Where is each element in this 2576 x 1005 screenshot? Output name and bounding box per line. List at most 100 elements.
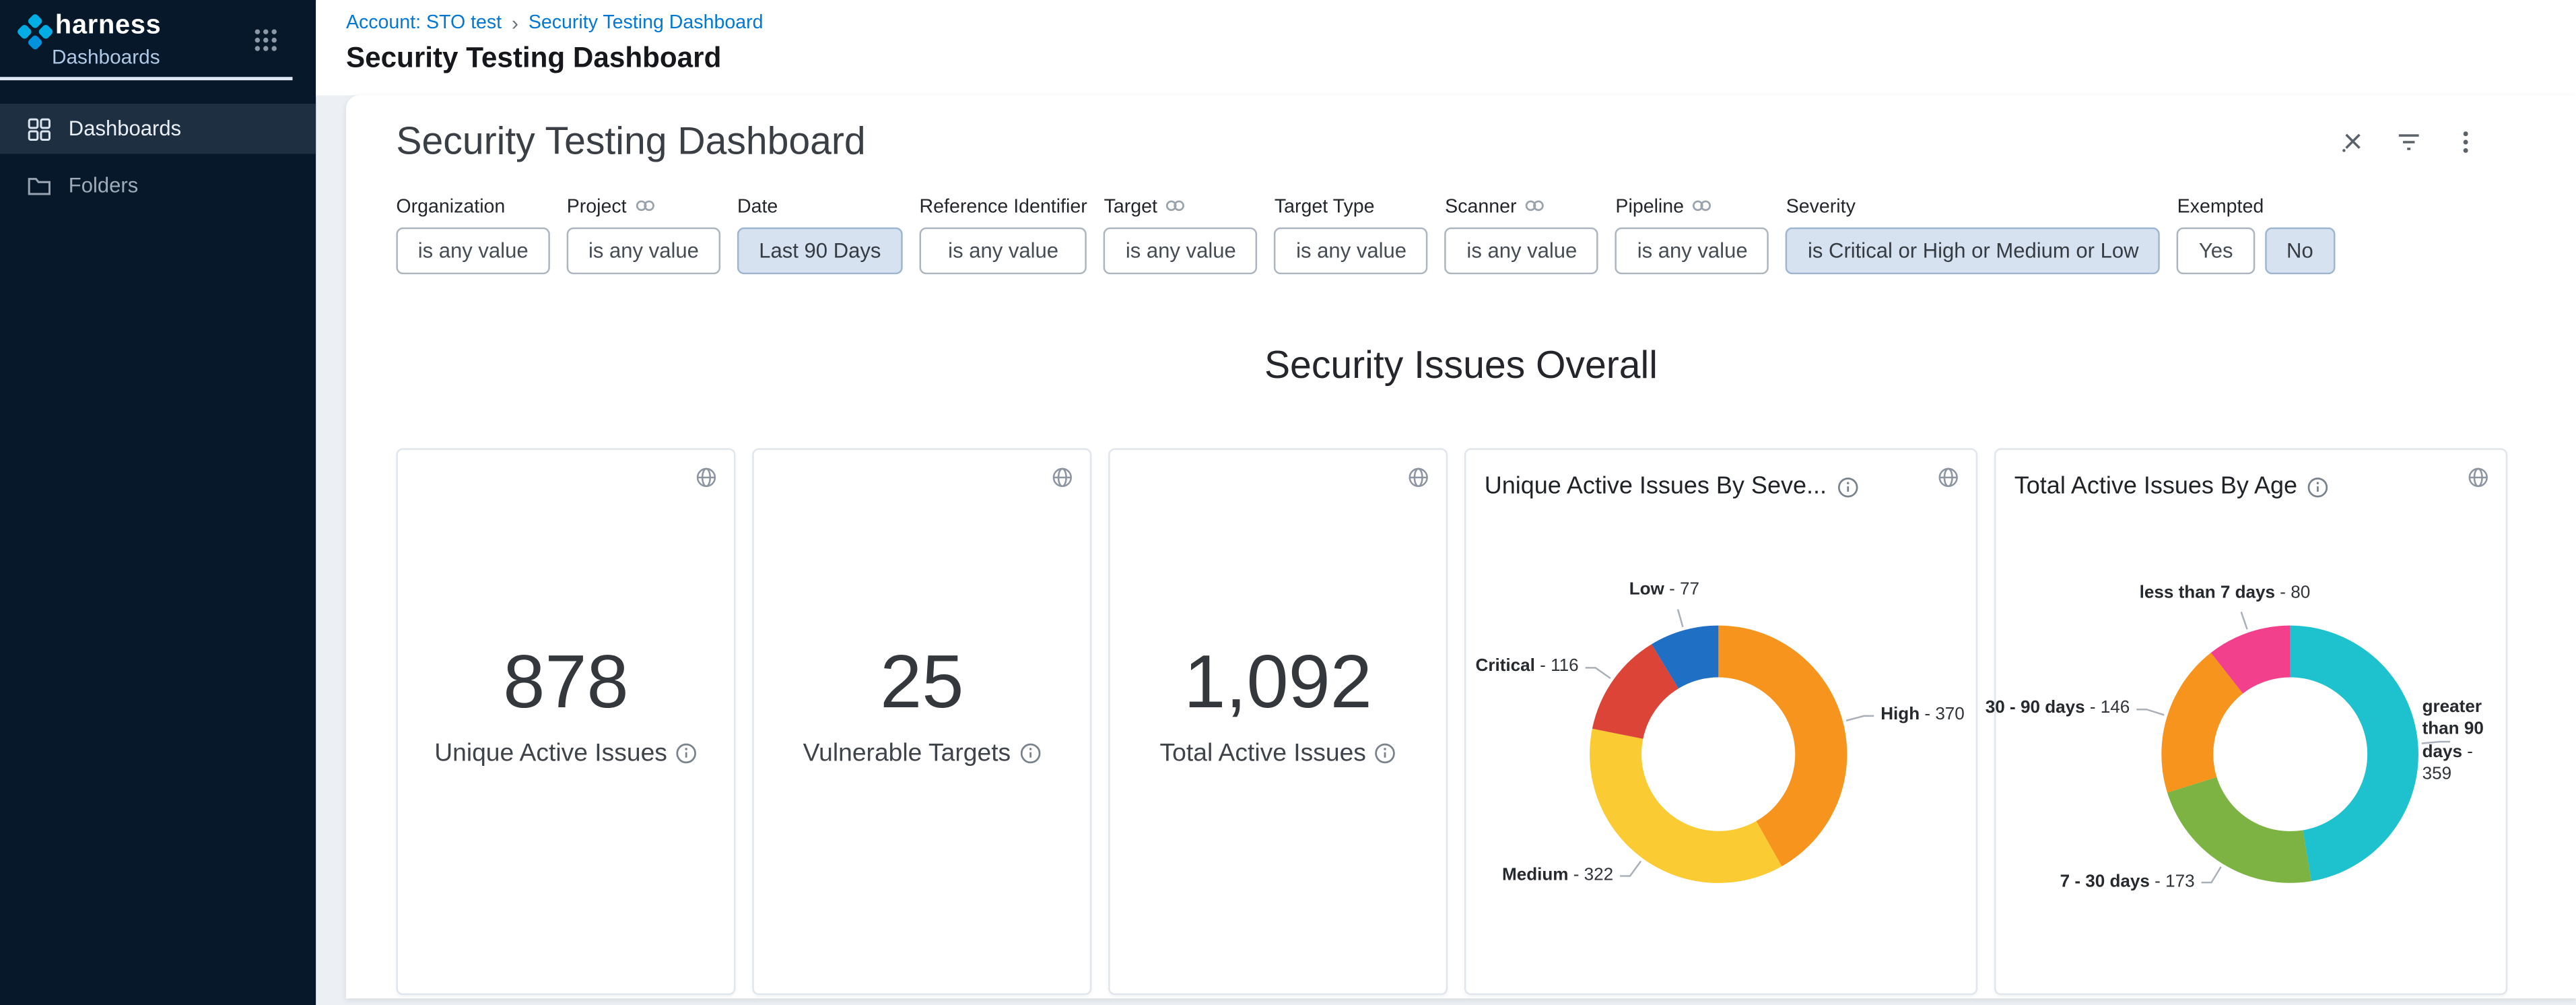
filter-label: Target <box>1104 197 1157 217</box>
leader-line <box>1620 861 1641 876</box>
breadcrumb-page-link[interactable]: Security Testing Dashboard <box>529 13 764 34</box>
filter-value-organization[interactable]: is any value <box>396 228 549 275</box>
link-icon <box>1692 197 1712 217</box>
slice-label: Low - 77 <box>1629 580 1699 603</box>
filter-value-reference-identifier[interactable]: is any value <box>920 228 1087 275</box>
explore-globe-icon[interactable] <box>696 467 717 488</box>
filter-label: Severity <box>1786 197 1856 217</box>
chart-title: Unique Active Issues By Seve... <box>1485 474 1827 500</box>
filter-target-type: Target Type is any value <box>1275 195 1428 274</box>
info-icon[interactable] <box>1374 742 1396 763</box>
slice-label: Critical - 116 <box>1475 656 1578 679</box>
sidebar: harness Dashboards Dashboards <box>0 0 316 1005</box>
filter-bar: Organization is any value Project is any… <box>396 195 2335 274</box>
filter-icon[interactable] <box>2396 129 2422 156</box>
explore-globe-icon[interactable] <box>1052 467 1073 488</box>
leader-line <box>2202 867 2221 882</box>
filter-value-target[interactable]: is any value <box>1104 228 1258 275</box>
slice-label: Medium - 322 <box>1502 865 1613 888</box>
donut-chart-severity: High - 370 Medium - 322 Critical - 116 Low … <box>1466 544 1975 970</box>
tiles-row: 878 Unique Active Issues 25 Vulnerable T… <box>396 448 2507 995</box>
stat-label: Total Active Issues <box>1160 738 1366 767</box>
slice-label: 7 - 30 days - 173 <box>2060 871 2195 894</box>
stat-value: 25 <box>880 643 963 719</box>
leader-line <box>2136 709 2164 715</box>
filter-scanner: Scanner is any value <box>1445 195 1598 274</box>
dashboard-title: Security Testing Dashboard <box>396 119 865 164</box>
filter-pipeline: Pipeline is any value <box>1615 195 1769 274</box>
apps-grid-icon[interactable] <box>252 27 279 54</box>
breadcrumb-account-link[interactable]: Account: STO test <box>346 13 502 34</box>
filter-value-date[interactable]: Last 90 Days <box>737 228 903 275</box>
main-area: Security Testing Dashboard <box>316 96 2576 1005</box>
dashboards-icon <box>27 117 52 141</box>
dashboard-actions <box>2338 129 2479 156</box>
slice-label: less than 7 days - 80 <box>2140 583 2311 606</box>
tile-total-active-issues-by-age: Total Active Issues By Age greater than … <box>1994 448 2507 995</box>
filter-project: Project is any value <box>567 195 720 274</box>
leader-line <box>1678 609 1683 626</box>
filter-label: Scanner <box>1445 197 1516 217</box>
filter-label: Date <box>737 197 778 217</box>
brand-name: harness <box>55 11 162 42</box>
filter-target: Target is any value <box>1104 195 1258 274</box>
sidebar-item-dashboards[interactable]: Dashboards <box>0 104 316 154</box>
info-icon[interactable] <box>1019 742 1041 763</box>
slice-label: greater than 90 days - 359 <box>2422 696 2499 787</box>
filter-label: Organization <box>396 197 505 217</box>
info-icon[interactable] <box>2307 476 2329 497</box>
chart-title: Total Active Issues By Age <box>2014 474 2297 500</box>
tile-unique-active-issues-by-severity: Unique Active Issues By Seve... High - 3… <box>1464 448 1977 995</box>
info-icon[interactable] <box>675 742 697 763</box>
breadcrumb: Account: STO test › Security Testing Das… <box>346 13 764 34</box>
filter-organization: Organization is any value <box>396 195 549 274</box>
breadcrumb-chevron-icon: › <box>512 13 518 34</box>
leader-line <box>1586 668 1611 678</box>
leader-line <box>1846 716 1874 721</box>
top-header: Account: STO test › Security Testing Das… <box>316 0 2576 96</box>
sidebar-header: harness Dashboards <box>0 0 316 80</box>
donut-slice-greater-than-90-days[interactable] <box>2290 626 2418 882</box>
sidebar-item-folders[interactable]: Folders <box>0 160 316 210</box>
filter-value-pipeline[interactable]: is any value <box>1615 228 1769 275</box>
security-testing-dashboard-page: harness Dashboards Dashboards <box>0 0 2576 1005</box>
stat-label: Unique Active Issues <box>434 738 667 767</box>
donut-slice-medium[interactable] <box>1590 729 1782 883</box>
slice-label: High - 370 <box>1880 705 1965 727</box>
donut-svg <box>1466 544 1975 970</box>
product-name: Dashboards <box>52 45 160 69</box>
link-icon <box>1525 197 1545 217</box>
filter-value-project[interactable]: is any value <box>567 228 720 275</box>
sidebar-nav: Dashboards Folders <box>0 104 316 218</box>
link-icon <box>635 197 655 217</box>
exempted-no-button[interactable]: No <box>2265 228 2335 275</box>
sidebar-item-label: Dashboards <box>69 117 181 141</box>
tile-vulnerable-targets: 25 Vulnerable Targets <box>752 448 1091 995</box>
page-title: Security Testing Dashboard <box>346 42 721 75</box>
harness-logo-icon[interactable] <box>15 11 55 52</box>
filter-severity: Severity is Critical or High or Medium o… <box>1786 195 2161 274</box>
filter-reference-identifier: Reference Identifier is any value <box>920 195 1087 274</box>
explore-globe-icon[interactable] <box>2468 467 2489 488</box>
link-icon <box>1165 197 1186 217</box>
slice-label: 30 - 90 days - 146 <box>1986 698 2130 721</box>
stat-label: Vulnerable Targets <box>803 738 1011 767</box>
filter-date: Date Last 90 Days <box>737 195 903 274</box>
filter-label: Project <box>567 197 627 217</box>
kebab-menu-icon[interactable] <box>2452 129 2479 156</box>
filter-value-scanner[interactable]: is any value <box>1445 228 1598 275</box>
filter-label: Exempted <box>2177 197 2264 217</box>
donut-slice-7-30-days[interactable] <box>2167 777 2311 883</box>
filter-exempted: Exempted Yes No <box>2177 195 2335 274</box>
tile-unique-active-issues: 878 Unique Active Issues <box>396 448 735 995</box>
section-title: Security Issues Overall <box>346 343 2576 388</box>
tile-total-active-issues: 1,092 Total Active Issues <box>1108 448 1448 995</box>
explore-globe-icon[interactable] <box>1938 467 1959 488</box>
info-icon[interactable] <box>1837 476 1858 497</box>
exempted-yes-button[interactable]: Yes <box>2177 228 2255 275</box>
explore-globe-icon[interactable] <box>1408 467 1429 488</box>
close-icon[interactable] <box>2338 129 2365 156</box>
filter-value-severity[interactable]: is Critical or High or Medium or Low <box>1786 228 2161 275</box>
donut-chart-age: greater than 90 days - 359 7 - 30 days - … <box>1996 544 2505 970</box>
filter-value-target-type[interactable]: is any value <box>1275 228 1428 275</box>
